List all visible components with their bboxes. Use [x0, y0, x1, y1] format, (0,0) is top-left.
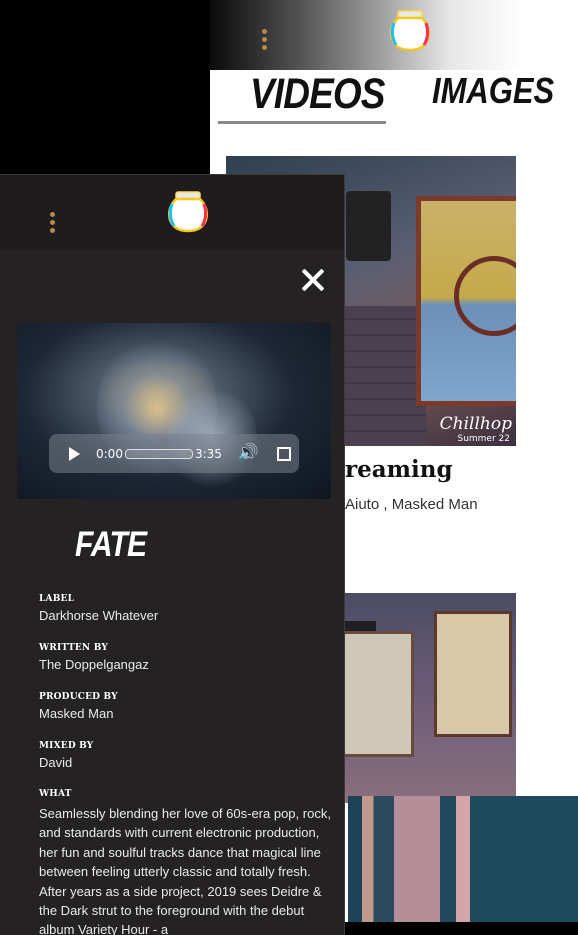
play-icon[interactable] [69, 446, 80, 461]
song-detail-panel: 0:00 3:35 🔊 FATE LABEL Darkhorse Whateve… [0, 174, 345, 935]
mixed-by-heading: MIXED BY [39, 741, 94, 751]
fullscreen-icon[interactable] [277, 446, 292, 461]
fishbowl-logo[interactable] [166, 190, 210, 234]
close-icon[interactable] [300, 267, 326, 293]
kebab-menu-icon[interactable] [50, 212, 56, 236]
description-text: Seamlessly blending her love of 60s-era … [39, 806, 331, 935]
art-brand-label: Chillhop [439, 414, 512, 434]
tab-videos[interactable]: VIDEOS [250, 70, 385, 119]
duration: 3:35 [194, 446, 222, 461]
what-heading: WHAT [39, 789, 72, 799]
produced-by-heading: PRODUCED BY [39, 692, 118, 702]
color-strip-image [348, 796, 578, 922]
video-controls: 0:00 3:35 🔊 [49, 434, 299, 473]
mixed-by-value: David [39, 755, 73, 770]
volume-icon[interactable]: 🔊 [238, 445, 259, 462]
label-value: Darkhorse Whatever [39, 608, 159, 623]
current-time: 0:00 [96, 446, 123, 461]
produced-by-value: Masked Man [39, 706, 114, 721]
written-by-value: The Doppelgangaz [39, 657, 149, 672]
kebab-menu-icon[interactable] [262, 29, 268, 53]
panel-header [0, 175, 344, 250]
tab-images[interactable]: IMAGES [432, 70, 554, 112]
label-heading: LABEL [39, 594, 75, 604]
written-by-heading: WRITTEN BY [39, 643, 108, 653]
song-title: FATE [75, 525, 147, 564]
seek-bar[interactable] [124, 448, 193, 459]
video-player[interactable]: 0:00 3:35 🔊 [17, 323, 331, 499]
fishbowl-logo[interactable] [388, 9, 432, 53]
card1-title[interactable]: reaming [345, 456, 453, 483]
background-header [210, 0, 578, 70]
card1-artists: Aiuto , Masked Man [345, 496, 478, 513]
art-sub-label: Summer 22 [457, 434, 510, 444]
active-tab-indicator [218, 121, 386, 124]
